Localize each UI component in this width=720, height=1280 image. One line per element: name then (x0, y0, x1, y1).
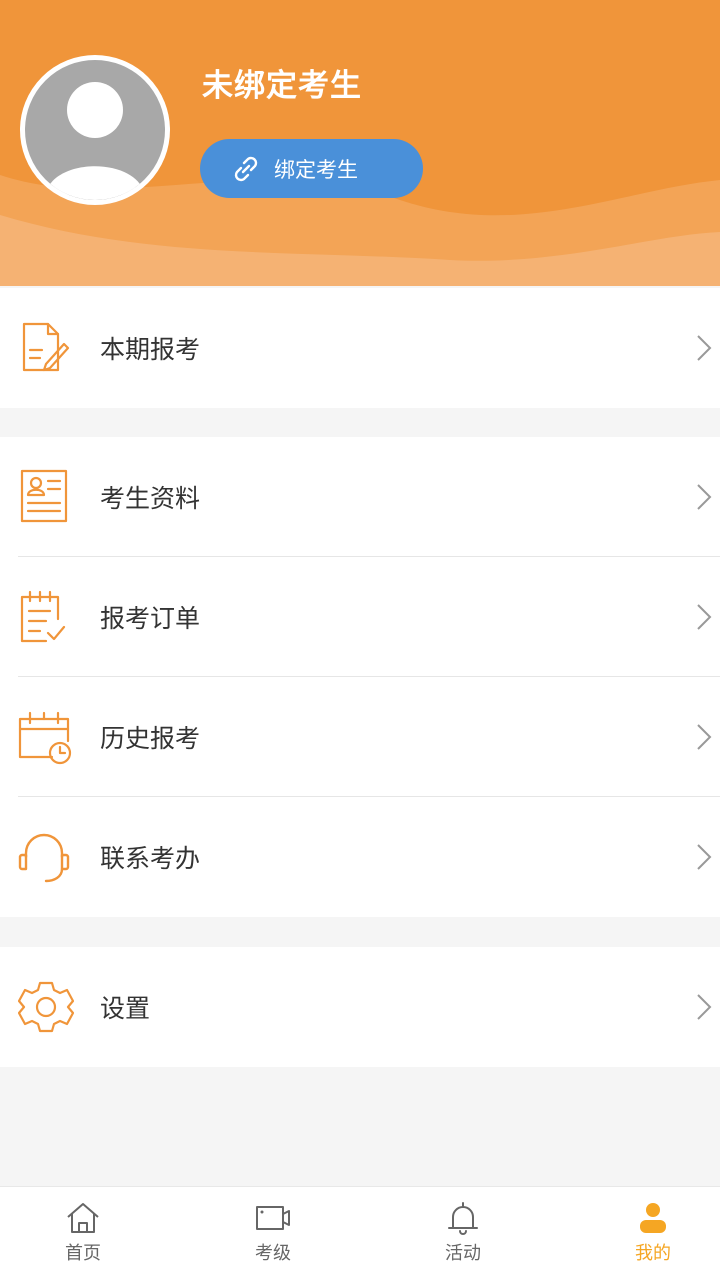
menu-item-history[interactable]: 历史报考 (0, 677, 720, 797)
menu-section-settings: 设置 (0, 947, 720, 1067)
bind-candidate-label: 绑定考生 (274, 157, 358, 182)
tab-activities[interactable]: 活动 (373, 1187, 553, 1280)
chevron-right-icon (697, 994, 712, 1020)
menu-item-orders[interactable]: 报考订单 (0, 557, 720, 677)
menu-label: 本期报考 (100, 335, 201, 364)
chevron-right-icon (697, 844, 712, 870)
tab-label: 我的 (635, 1243, 671, 1264)
bind-candidate-button[interactable]: 绑定考生 (200, 139, 423, 198)
avatar[interactable] (20, 55, 170, 205)
chevron-right-icon (697, 335, 712, 361)
link-icon (234, 156, 258, 181)
tab-mine[interactable]: 我的 (563, 1187, 720, 1280)
menu-item-settings[interactable]: 设置 (0, 947, 720, 1067)
headset-icon (18, 833, 70, 883)
menu-section-registration: 本期报考 (0, 288, 720, 408)
tab-label: 首页 (65, 1243, 101, 1264)
bottom-tab-bar: 首页 考级 活动 我的 (0, 1186, 720, 1280)
tab-label: 考级 (255, 1243, 291, 1264)
home-icon (67, 1203, 99, 1233)
video-icon (256, 1206, 290, 1230)
menu-label: 联系考办 (100, 844, 201, 873)
profile-header: 未绑定考生 绑定考生 (0, 0, 720, 286)
tab-label: 活动 (445, 1243, 481, 1264)
tab-home[interactable]: 首页 (0, 1187, 173, 1280)
tab-grades[interactable]: 考级 (183, 1187, 363, 1280)
calendar-clock-icon (18, 711, 72, 765)
chevron-right-icon (697, 484, 712, 510)
chevron-right-icon (697, 604, 712, 630)
id-card-icon (20, 469, 68, 523)
document-edit-icon (22, 322, 70, 372)
bell-icon (448, 1202, 478, 1235)
menu-item-contact[interactable]: 联系考办 (0, 797, 720, 917)
menu-label: 历史报考 (100, 724, 201, 753)
user-icon (640, 1203, 666, 1233)
chevron-right-icon (697, 724, 712, 750)
user-name: 未绑定考生 (202, 68, 362, 104)
default-user-avatar-icon (45, 82, 145, 200)
clipboard-check-icon (20, 590, 66, 643)
menu-item-current-registration[interactable]: 本期报考 (0, 288, 720, 408)
menu-label: 报考订单 (100, 604, 201, 633)
menu-label: 考生资料 (100, 484, 201, 513)
menu-item-candidate-info[interactable]: 考生资料 (0, 437, 720, 557)
menu-section-candidate: 考生资料 报考订单 历史报考 联系考办 (0, 437, 720, 917)
gear-icon (18, 981, 74, 1033)
menu-label: 设置 (100, 994, 151, 1023)
